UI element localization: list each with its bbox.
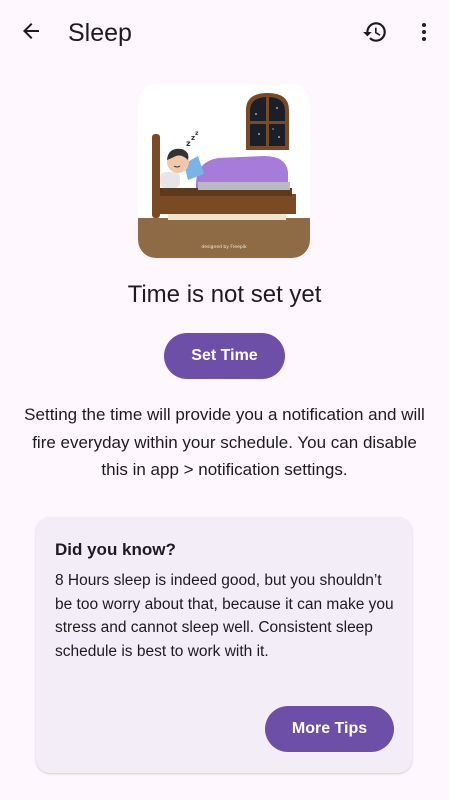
sleep-illustration: z z z designed by Freepik: [138, 84, 310, 258]
sleep-status-headline: Time is not set yet: [127, 281, 322, 308]
window-illustration: [246, 93, 289, 150]
top-app-bar: Sleep: [0, 0, 449, 64]
back-button[interactable]: [11, 11, 51, 51]
history-button[interactable]: [355, 12, 395, 52]
history-icon: [363, 22, 386, 42]
arrow-back-icon: [23, 23, 39, 39]
notification-description: Setting the time will provide you a noti…: [24, 405, 425, 479]
illustration-credit: designed by Freepik: [201, 244, 247, 250]
svg-text:z: z: [195, 130, 199, 137]
page-title: Sleep: [68, 19, 132, 47]
more-tips-button[interactable]: More Tips: [265, 706, 394, 752]
tips-card-title: Did you know?: [55, 540, 176, 559]
more-vert-icon: [422, 23, 426, 41]
set-time-button[interactable]: Set Time: [164, 333, 285, 379]
tips-card: Did you know? 8 Hours sleep is indeed go…: [36, 517, 412, 773]
floor-illustration: [138, 218, 310, 258]
tips-card-body: 8 Hours sleep is indeed good, but you sh…: [55, 572, 394, 660]
more-options-button[interactable]: [404, 12, 444, 52]
